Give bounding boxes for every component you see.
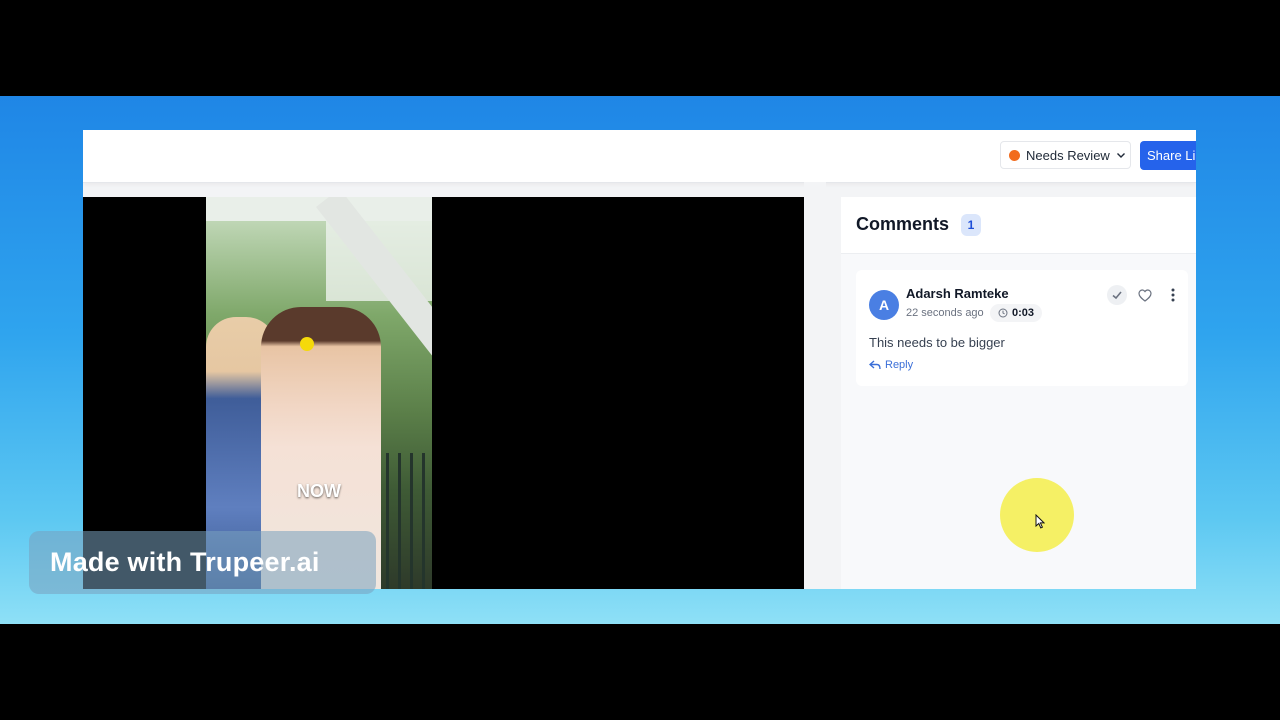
mouse-cursor-icon bbox=[1035, 514, 1045, 529]
heart-icon bbox=[1138, 288, 1152, 302]
share-link-button[interactable]: Share Lin bbox=[1140, 141, 1196, 170]
timestamp-label: 0:03 bbox=[1012, 307, 1035, 319]
check-icon bbox=[1112, 291, 1122, 300]
reply-button[interactable]: Reply bbox=[869, 359, 913, 371]
top-bar: Needs Review Share Lin bbox=[83, 130, 1196, 183]
watermark-badge: Made with Trupeer.ai bbox=[29, 531, 376, 594]
comment-author: Adarsh Ramteke bbox=[906, 286, 1009, 301]
clock-icon bbox=[998, 308, 1008, 318]
comments-header: Comments 1 bbox=[841, 197, 1196, 254]
status-dropdown[interactable]: Needs Review bbox=[1000, 141, 1131, 169]
reply-label: Reply bbox=[885, 359, 914, 371]
comment-card: A Adarsh Ramteke 22 seconds ago 0:03 Thi… bbox=[856, 270, 1188, 386]
more-vertical-icon bbox=[1171, 288, 1175, 302]
panel-divider bbox=[804, 182, 826, 589]
letterbox-bottom bbox=[0, 624, 1280, 720]
comment-body: This needs to be bigger bbox=[869, 335, 1005, 350]
comment-time: 22 seconds ago bbox=[906, 307, 984, 319]
reply-icon bbox=[869, 360, 881, 370]
frame-flower bbox=[300, 337, 314, 351]
status-dot-icon bbox=[1009, 149, 1020, 161]
more-options-button[interactable] bbox=[1163, 285, 1183, 305]
watermark-text: Made with Trupeer.ai bbox=[50, 547, 320, 577]
like-button[interactable] bbox=[1135, 285, 1155, 305]
resolve-button[interactable] bbox=[1107, 285, 1127, 305]
video-timestamp-link[interactable]: 0:03 bbox=[990, 304, 1043, 322]
video-caption: NOW bbox=[297, 481, 341, 501]
comments-title: Comments bbox=[856, 214, 950, 234]
chevron-down-icon bbox=[1116, 153, 1125, 158]
letterbox-top bbox=[0, 0, 1280, 96]
status-label: Needs Review bbox=[1026, 147, 1110, 163]
comments-count-badge: 1 bbox=[961, 214, 981, 236]
avatar: A bbox=[869, 290, 899, 320]
